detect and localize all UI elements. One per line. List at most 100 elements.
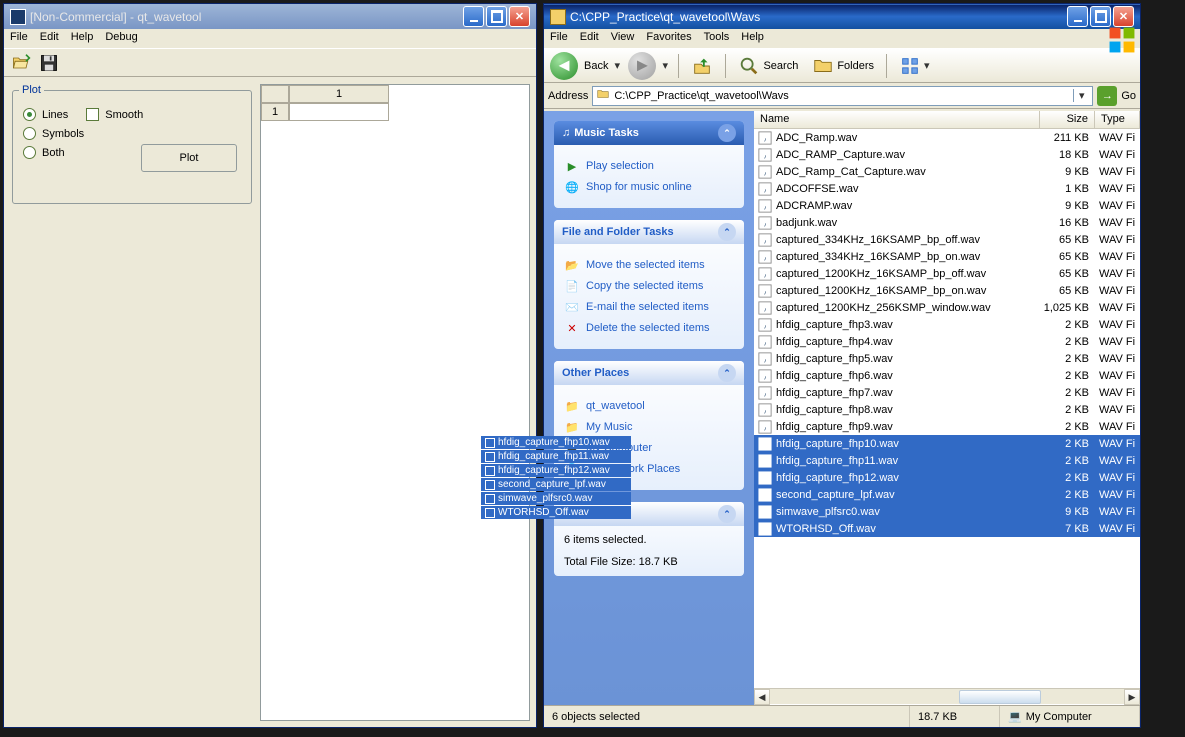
other-places-header[interactable]: Other Places ⌃ bbox=[554, 361, 744, 385]
maximize-button[interactable] bbox=[1090, 6, 1111, 27]
close-button[interactable] bbox=[509, 6, 530, 27]
svg-text:♪: ♪ bbox=[763, 153, 766, 160]
menu-file[interactable]: File bbox=[10, 31, 28, 46]
col-name-header[interactable]: Name bbox=[754, 111, 1040, 128]
menu-view[interactable]: View bbox=[611, 31, 635, 46]
file-name: hfdig_capture_fhp3.wav bbox=[776, 319, 1040, 331]
address-bar: Address C:\CPP_Practice\qt_wavetool\Wavs… bbox=[544, 83, 1140, 109]
search-icon bbox=[738, 55, 760, 77]
menu-help[interactable]: Help bbox=[741, 31, 764, 46]
file-list[interactable]: Name Size Type ♪ADC_Ramp.wav211 KBWAV Fi… bbox=[754, 111, 1140, 705]
go-button[interactable]: → bbox=[1097, 86, 1117, 106]
file-folder-tasks-header[interactable]: File and Folder Tasks ⌃ bbox=[554, 220, 744, 244]
maximize-button[interactable] bbox=[486, 6, 507, 27]
app-titlebar[interactable]: [Non-Commercial] - qt_wavetool bbox=[4, 4, 536, 29]
collapse-icon[interactable]: ⌃ bbox=[718, 505, 736, 523]
menu-edit[interactable]: Edit bbox=[580, 31, 599, 46]
address-dropdown[interactable]: ▾ bbox=[1073, 89, 1089, 102]
back-dropdown[interactable]: ▾ bbox=[614, 59, 622, 72]
grid-row-header[interactable]: 1 bbox=[261, 103, 289, 121]
copy-items-link[interactable]: 📄Copy the selected items bbox=[564, 278, 734, 294]
other-place-link[interactable]: 📁My Music bbox=[564, 419, 734, 435]
play-selection-link[interactable]: ▶Play selection bbox=[564, 158, 734, 174]
file-row[interactable]: ♪badjunk.wav16 KBWAV Fi bbox=[754, 214, 1140, 231]
close-button[interactable] bbox=[1113, 6, 1134, 27]
address-input[interactable]: C:\CPP_Practice\qt_wavetool\Wavs ▾ bbox=[592, 86, 1093, 106]
forward-button[interactable]: ► bbox=[628, 52, 656, 80]
explorer-titlebar[interactable]: C:\CPP_Practice\qt_wavetool\Wavs bbox=[544, 4, 1140, 29]
minimize-button[interactable] bbox=[1067, 6, 1088, 27]
other-place-link[interactable]: 📁qt_wavetool bbox=[564, 398, 734, 414]
radio-lines[interactable] bbox=[23, 108, 36, 121]
menu-file[interactable]: File bbox=[550, 31, 568, 46]
other-place-link[interactable]: 💻My Computer bbox=[564, 440, 734, 456]
folders-button[interactable]: Folders bbox=[808, 53, 878, 79]
file-row[interactable]: ♪hfdig_capture_fhp5.wav2 KBWAV Fi bbox=[754, 350, 1140, 367]
menu-favorites[interactable]: Favorites bbox=[646, 31, 691, 46]
file-row[interactable]: ♪hfdig_capture_fhp3.wav2 KBWAV Fi bbox=[754, 316, 1140, 333]
file-row[interactable]: ♪hfdig_capture_fhp8.wav2 KBWAV Fi bbox=[754, 401, 1140, 418]
col-size-header[interactable]: Size bbox=[1040, 111, 1095, 128]
back-button[interactable]: ◄ bbox=[550, 52, 578, 80]
plot-legend: Plot bbox=[19, 84, 44, 96]
file-name: captured_1200KHz_16KSAMP_bp_on.wav bbox=[776, 285, 1040, 297]
scroll-right-button[interactable]: ▶ bbox=[1124, 689, 1140, 705]
views-button[interactable]: ▾ bbox=[895, 53, 936, 79]
minimize-button[interactable] bbox=[463, 6, 484, 27]
file-row[interactable]: ♪hfdig_capture_fhp6.wav2 KBWAV Fi bbox=[754, 367, 1140, 384]
file-row[interactable]: ♪captured_334KHz_16KSAMP_bp_on.wav65 KBW… bbox=[754, 248, 1140, 265]
file-row[interactable]: ♪captured_334KHz_16KSAMP_bp_off.wav65 KB… bbox=[754, 231, 1140, 248]
grid-corner[interactable] bbox=[261, 85, 289, 103]
file-row[interactable]: ♪ADCRAMP.wav9 KBWAV Fi bbox=[754, 197, 1140, 214]
menu-debug[interactable]: Debug bbox=[105, 31, 137, 46]
scroll-thumb[interactable] bbox=[770, 689, 1124, 704]
menu-tools[interactable]: Tools bbox=[704, 31, 730, 46]
file-row[interactable]: ♪hfdig_capture_fhp11.wav2 KBWAV Fi bbox=[754, 452, 1140, 469]
file-row[interactable]: ♪simwave_plfsrc0.wav9 KBWAV Fi bbox=[754, 503, 1140, 520]
file-row[interactable]: ♪ADC_Ramp.wav211 KBWAV Fi bbox=[754, 129, 1140, 146]
file-row[interactable]: ♪second_capture_lpf.wav2 KBWAV Fi bbox=[754, 486, 1140, 503]
horizontal-scrollbar[interactable]: ◀ ▶ bbox=[754, 688, 1140, 704]
open-icon[interactable] bbox=[10, 52, 32, 74]
file-row[interactable]: ♪ADCOFFSE.wav1 KBWAV Fi bbox=[754, 180, 1140, 197]
file-row[interactable]: ♪ADC_Ramp_Cat_Capture.wav9 KBWAV Fi bbox=[754, 163, 1140, 180]
file-row[interactable]: ♪captured_1200KHz_16KSAMP_bp_off.wav65 K… bbox=[754, 265, 1140, 282]
collapse-icon[interactable]: ⌃ bbox=[718, 223, 736, 241]
shop-music-link[interactable]: 🌐Shop for music online bbox=[564, 179, 734, 195]
file-row[interactable]: ♪hfdig_capture_fhp7.wav2 KBWAV Fi bbox=[754, 384, 1140, 401]
collapse-icon[interactable]: ⌃ bbox=[718, 364, 736, 382]
explorer-title: C:\CPP_Practice\qt_wavetool\Wavs bbox=[570, 10, 1067, 24]
grid-cell[interactable] bbox=[289, 103, 389, 121]
search-button[interactable]: Search bbox=[734, 53, 802, 79]
file-row[interactable]: ♪hfdig_capture_fhp12.wav2 KBWAV Fi bbox=[754, 469, 1140, 486]
grid-col-header[interactable]: 1 bbox=[289, 85, 389, 103]
details-header[interactable]: Details ⌃ bbox=[554, 502, 744, 526]
file-row[interactable]: ♪hfdig_capture_fhp9.wav2 KBWAV Fi bbox=[754, 418, 1140, 435]
plot-button[interactable]: Plot bbox=[141, 144, 237, 172]
move-items-link[interactable]: 📂Move the selected items bbox=[564, 257, 734, 273]
delete-items-link[interactable]: ✕Delete the selected items bbox=[564, 320, 734, 336]
menu-help[interactable]: Help bbox=[71, 31, 94, 46]
file-row[interactable]: ♪captured_1200KHz_256KSMP_window.wav1,02… bbox=[754, 299, 1140, 316]
radio-symbols[interactable] bbox=[23, 127, 36, 140]
radio-both[interactable] bbox=[23, 146, 36, 159]
save-icon[interactable] bbox=[38, 52, 60, 74]
menu-edit[interactable]: Edit bbox=[40, 31, 59, 46]
file-row[interactable]: ♪WTORHSD_Off.wav7 KBWAV Fi bbox=[754, 520, 1140, 537]
app-toolbar bbox=[4, 49, 536, 77]
file-row[interactable]: ♪hfdig_capture_fhp4.wav2 KBWAV Fi bbox=[754, 333, 1140, 350]
forward-dropdown[interactable]: ▾ bbox=[662, 59, 670, 72]
other-place-link[interactable]: 🌐My Network Places bbox=[564, 461, 734, 477]
up-button[interactable] bbox=[687, 53, 717, 79]
file-row[interactable]: ♪captured_1200KHz_16KSAMP_bp_on.wav65 KB… bbox=[754, 282, 1140, 299]
checkbox-smooth[interactable] bbox=[86, 108, 99, 121]
file-size: 65 KB bbox=[1040, 285, 1095, 297]
email-items-link[interactable]: ✉️E-mail the selected items bbox=[564, 299, 734, 315]
file-row[interactable]: ♪hfdig_capture_fhp10.wav2 KBWAV Fi bbox=[754, 435, 1140, 452]
col-type-header[interactable]: Type bbox=[1095, 111, 1140, 128]
collapse-icon[interactable]: ⌃ bbox=[718, 124, 736, 142]
music-tasks-header[interactable]: ♫Music Tasks ⌃ bbox=[554, 121, 744, 145]
grid-panel[interactable]: 1 1 bbox=[260, 84, 530, 721]
scroll-left-button[interactable]: ◀ bbox=[754, 689, 770, 705]
file-row[interactable]: ♪ADC_RAMP_Capture.wav18 KBWAV Fi bbox=[754, 146, 1140, 163]
